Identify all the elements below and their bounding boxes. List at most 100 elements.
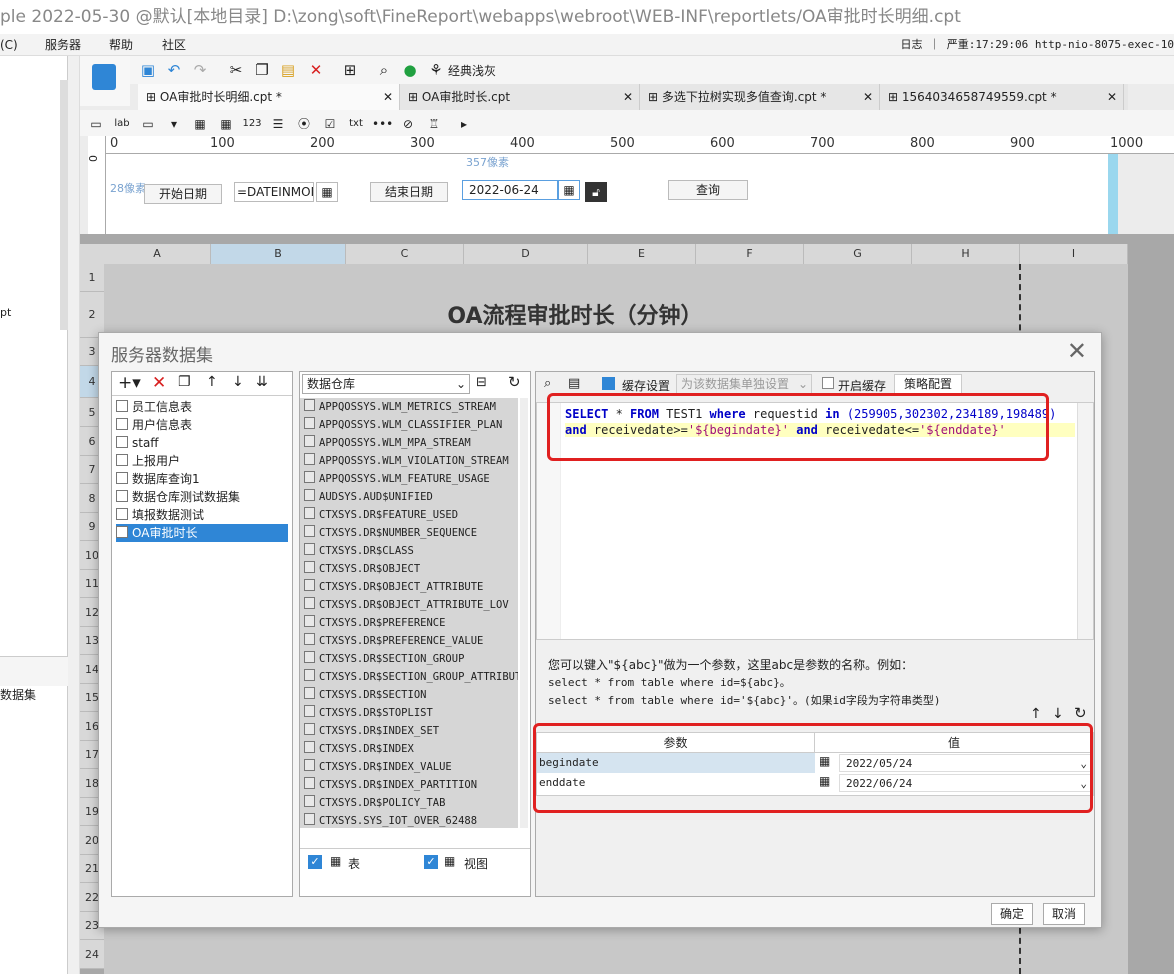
- theme-icon[interactable]: ⚘: [426, 60, 446, 80]
- cancel-button[interactable]: 取消: [1043, 903, 1085, 925]
- start-date-label[interactable]: 开始日期: [144, 184, 222, 204]
- start-date-input[interactable]: =DATEINMON: [234, 182, 314, 202]
- report-title-cell[interactable]: OA流程审批时长（分钟）: [400, 298, 750, 330]
- table-item[interactable]: CTXSYS.DR$INDEX_PARTITION: [304, 776, 518, 794]
- end-date-input[interactable]: 2022-06-24: [462, 180, 558, 200]
- dataset-item[interactable]: staff: [116, 434, 288, 452]
- dataset-item[interactable]: 数据库查询1: [116, 470, 288, 488]
- move-down-icon[interactable]: ↓: [1052, 706, 1064, 722]
- cut-icon[interactable]: ✂: [226, 60, 246, 80]
- table-item[interactable]: APPQOSSYS.WLM_FEATURE_USAGE: [304, 470, 518, 488]
- table-item[interactable]: CTXSYS.DR$STOPLIST: [304, 704, 518, 722]
- checkbox-table[interactable]: ✓: [308, 855, 322, 869]
- checkbox-widget-icon[interactable]: ☑: [320, 114, 340, 134]
- left-item-cpt[interactable]: pt: [0, 306, 11, 319]
- close-icon[interactable]: ✕: [1107, 84, 1117, 110]
- move-up-icon[interactable]: ↑: [206, 374, 218, 390]
- undo-icon[interactable]: ↶: [164, 60, 184, 80]
- check-icon[interactable]: ●: [400, 60, 420, 80]
- add-icon[interactable]: +▾: [118, 373, 141, 393]
- table-item[interactable]: APPQOSSYS.WLM_MPA_STREAM: [304, 434, 518, 452]
- number-widget-icon[interactable]: 123: [242, 114, 262, 134]
- tab-multiselect[interactable]: ⊞ 多选下拉树实现多值查询.cpt * ✕: [640, 84, 880, 110]
- row-header[interactable]: 1: [80, 264, 104, 292]
- strategy-button[interactable]: 策略配置: [894, 374, 962, 394]
- calendar-icon[interactable]: ▦: [558, 180, 580, 200]
- table-item[interactable]: CTXSYS.DR$OBJECT_ATTRIBUTE: [304, 578, 518, 596]
- dataset-item[interactable]: 数据仓库测试数据集: [116, 488, 288, 506]
- left-item-dataset[interactable]: 数据集: [0, 686, 36, 703]
- tab-1564034658749559[interactable]: ⊞ 1564034658749559.cpt * ✕: [880, 84, 1124, 110]
- move-down-icon[interactable]: ↓: [232, 374, 244, 390]
- date-widget-icon[interactable]: ▦: [190, 114, 210, 134]
- table-item[interactable]: CTXSYS.DR$CLASS: [304, 542, 518, 560]
- theme-label[interactable]: 经典浅灰: [448, 62, 496, 79]
- search-icon[interactable]: ⌕: [374, 60, 394, 80]
- row-header[interactable]: 24: [80, 940, 104, 969]
- copy-icon[interactable]: ❐: [178, 374, 191, 390]
- close-icon[interactable]: ✕: [1067, 337, 1087, 365]
- table-item[interactable]: CTXSYS.DR$INDEX: [304, 740, 518, 758]
- tab-oa-detail[interactable]: ⊞ OA审批时长明细.cpt * ✕: [138, 84, 400, 110]
- table-list-scrollbar[interactable]: [520, 398, 528, 828]
- table-item[interactable]: CTXSYS.DR$POLICY_TAB: [304, 794, 518, 812]
- database-select[interactable]: 数据仓库 ⌄: [302, 374, 470, 394]
- dataset-item[interactable]: 填报数据测试: [116, 506, 288, 524]
- preview-icon[interactable]: ⊞: [340, 60, 360, 80]
- text-widget-icon[interactable]: txt: [346, 114, 366, 134]
- column-g[interactable]: G: [804, 244, 912, 264]
- refresh-icon[interactable]: ↻: [1074, 704, 1087, 722]
- tab-oa[interactable]: ⊞ OA审批时长.cpt ✕: [400, 84, 640, 110]
- column-e[interactable]: E: [588, 244, 696, 264]
- table-item[interactable]: APPQOSSYS.WLM_VIOLATION_STREAM: [304, 452, 518, 470]
- column-h[interactable]: H: [912, 244, 1020, 264]
- table-item[interactable]: AUDSYS.AUD$UNIFIED: [304, 488, 518, 506]
- menu-item-help[interactable]: 帮助: [109, 34, 133, 56]
- save-icon[interactable]: ▣: [138, 60, 158, 80]
- column-d[interactable]: D: [464, 244, 588, 264]
- more-widgets-icon[interactable]: ▸: [454, 114, 474, 134]
- column-a[interactable]: A: [104, 244, 211, 264]
- paste-icon[interactable]: ▤: [278, 60, 298, 80]
- label-widget-icon[interactable]: lab: [112, 114, 132, 134]
- table-item[interactable]: CTXSYS.DR$SECTION: [304, 686, 518, 704]
- refresh-icon[interactable]: ↻: [508, 373, 521, 391]
- table-item[interactable]: CTXSYS.DR$SECTION_GROUP_ATTRIBUTE: [304, 668, 518, 686]
- checkbox-view[interactable]: ✓: [424, 855, 438, 869]
- table-item[interactable]: CTXSYS.DR$FEATURE_USED: [304, 506, 518, 524]
- tree-widget-icon[interactable]: ♖: [424, 114, 444, 134]
- table-item[interactable]: CTXSYS.DR$OBJECT_ATTRIBUTE_LOV: [304, 596, 518, 614]
- column-c[interactable]: C: [346, 244, 464, 264]
- menu-item-server[interactable]: 服务器: [45, 34, 81, 56]
- menu-item-c[interactable]: (C): [0, 34, 18, 56]
- column-f[interactable]: F: [696, 244, 804, 264]
- calendar-widget-icon[interactable]: ▦: [216, 114, 236, 134]
- radio-widget-icon[interactable]: ⦿: [294, 114, 314, 134]
- move-up-icon[interactable]: ↑: [1030, 706, 1042, 722]
- combo-widget-icon[interactable]: ▾: [164, 114, 184, 134]
- calendar-icon[interactable]: ▦: [316, 182, 338, 202]
- table-item[interactable]: CTXSYS.DR$PREFERENCE: [304, 614, 518, 632]
- list-widget-icon[interactable]: ☰: [268, 114, 288, 134]
- cache-select[interactable]: 为该数据集单独设置 ⌄: [676, 374, 812, 394]
- table-item[interactable]: CTXSYS.DR$INDEX_VALUE: [304, 758, 518, 776]
- redo-icon[interactable]: ↷: [190, 60, 210, 80]
- lock-icon[interactable]: 🔓︎: [585, 182, 607, 202]
- toggle-widget-icon[interactable]: ⊘: [398, 114, 418, 134]
- table-item[interactable]: CTXSYS.SYS_IOT_OVER_62488: [304, 812, 518, 828]
- table-item[interactable]: CTXSYS.DR$SECTION_GROUP: [304, 650, 518, 668]
- table-item[interactable]: APPQOSSYS.WLM_CLASSIFIER_PLAN: [304, 416, 518, 434]
- copy-icon[interactable]: ❐: [252, 60, 272, 80]
- table-item[interactable]: APPQOSSYS.WLM_METRICS_STREAM: [304, 398, 518, 416]
- ok-button[interactable]: 确定: [991, 903, 1033, 925]
- open-cache-checkbox[interactable]: [822, 377, 834, 389]
- close-icon[interactable]: ✕: [863, 84, 873, 110]
- table-item[interactable]: CTXSYS.DR$INDEX_SET: [304, 722, 518, 740]
- status-log[interactable]: 日志 ｜ 严重:17:29:06 http-nio-8075-exec-10: [900, 34, 1174, 56]
- dataset-item[interactable]: 员工信息表: [116, 398, 288, 416]
- column-i[interactable]: I: [1020, 244, 1128, 264]
- delete-icon[interactable]: ✕: [152, 373, 166, 393]
- menu-item-community[interactable]: 社区: [162, 34, 186, 56]
- dataset-item[interactable]: 上报用户: [116, 452, 288, 470]
- button-widget-icon[interactable]: ▭: [138, 114, 158, 134]
